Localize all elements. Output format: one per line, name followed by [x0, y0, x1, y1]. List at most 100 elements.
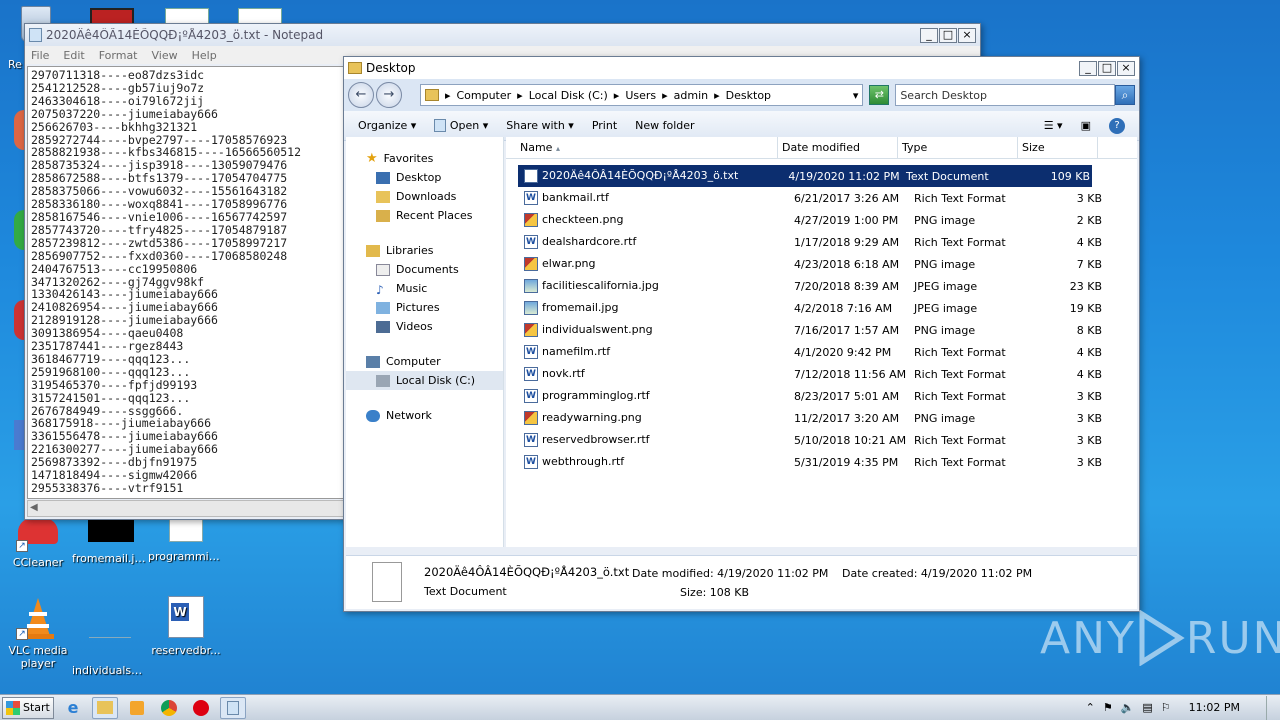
- png-file-icon: [524, 213, 538, 227]
- videos-icon: [376, 320, 390, 333]
- scroll-left-arrow[interactable]: ◀: [30, 502, 38, 513]
- breadcrumb-local-disk[interactable]: Local Disk (C:): [529, 89, 608, 102]
- nav-desktop[interactable]: Desktop: [346, 168, 503, 187]
- file-type: PNG image: [914, 213, 976, 227]
- file-row[interactable]: fromemail.jpg 4/2/2018 7:16 AM JPEG image 1…: [518, 297, 1137, 319]
- file-row[interactable]: 2020Äê4ÔÂ14ÈÕQQÐ¡ºÅ4203_ö.txt 4/19/2020 1…: [518, 165, 1092, 187]
- rtf-file-icon: W: [524, 433, 538, 447]
- print-button[interactable]: Print: [592, 119, 617, 132]
- refresh-button[interactable]: ⇄: [869, 85, 890, 105]
- show-hidden-icons[interactable]: ⌃: [1086, 701, 1095, 714]
- minimize-button[interactable]: _: [1079, 60, 1097, 76]
- forward-button[interactable]: →: [375, 82, 402, 108]
- menu-format[interactable]: Format: [99, 49, 138, 62]
- open-button[interactable]: Open ▾: [434, 119, 488, 133]
- notepad-taskbar-icon[interactable]: [220, 696, 246, 719]
- nav-libraries[interactable]: Libraries: [346, 241, 503, 260]
- column-date-modified[interactable]: Date modified: [778, 137, 898, 158]
- details-file-name: 2020Äê4ÔÂ14ÈÕQQÐ¡ºÅ4203_ö.txt: [424, 565, 630, 579]
- vlc-desktop-icon[interactable]: ↗ VLC media player: [0, 596, 76, 670]
- breadcrumb-desktop[interactable]: Desktop: [726, 89, 771, 102]
- preview-pane-icon[interactable]: ▣: [1081, 119, 1091, 132]
- share-with-button[interactable]: Share with ▾: [506, 119, 574, 132]
- organize-button[interactable]: Organize ▾: [358, 119, 416, 132]
- search-icon[interactable]: ⌕: [1115, 85, 1135, 105]
- column-type[interactable]: Type: [898, 137, 1018, 158]
- file-name: webthrough.rtf: [542, 455, 625, 468]
- file-row[interactable]: readywarning.png 11/2/2017 3:20 AM PNG ima…: [518, 407, 1137, 429]
- minimize-button[interactable]: _: [920, 27, 938, 43]
- file-row[interactable]: Wdealshardcore.rtf 1/17/2018 9:29 AM Rich …: [518, 231, 1137, 253]
- antivirus-icon[interactable]: [188, 697, 214, 719]
- media-player-icon[interactable]: [124, 697, 150, 719]
- clock[interactable]: 11:02 PM: [1189, 701, 1240, 714]
- file-row[interactable]: Wprogramminglog.rtf 8/23/2017 5:01 AM Rich…: [518, 385, 1137, 407]
- close-button[interactable]: ×: [958, 27, 976, 43]
- column-size[interactable]: Size: [1018, 137, 1098, 158]
- file-date: 4/19/2020 11:02 PM: [788, 169, 900, 183]
- menu-edit[interactable]: Edit: [63, 49, 84, 62]
- nav-downloads[interactable]: Downloads: [346, 187, 503, 206]
- file-row[interactable]: Wnovk.rtf 7/12/2018 11:56 AM Rich Text For…: [518, 363, 1137, 385]
- file-row[interactable]: checkteen.png 4/27/2019 1:00 PM PNG image 2…: [518, 209, 1137, 231]
- rtf-file-icon: W: [524, 235, 538, 249]
- breadcrumb-admin[interactable]: admin: [674, 89, 708, 102]
- file-row[interactable]: Wwebthrough.rtf 5/31/2019 4:35 PM Rich Tex…: [518, 451, 1137, 473]
- file-size: 23 KB: [1069, 279, 1102, 293]
- view-options-icon[interactable]: ☰ ▾: [1044, 119, 1063, 132]
- file-type: Rich Text Format: [914, 455, 1006, 469]
- start-button[interactable]: Start: [2, 696, 54, 719]
- nav-network[interactable]: Network: [346, 406, 503, 425]
- nav-documents[interactable]: Documents: [346, 260, 503, 279]
- search-input[interactable]: Search Desktop: [895, 84, 1116, 106]
- nav-local-disk[interactable]: Local Disk (C:): [346, 371, 503, 390]
- file-date: 1/17/2018 9:29 AM: [794, 235, 900, 249]
- file-row[interactable]: Wnamefilm.rtf 4/1/2020 9:42 PM Rich Text F…: [518, 341, 1137, 363]
- back-button[interactable]: ←: [348, 82, 374, 108]
- file-date: 6/21/2017 3:26 AM: [794, 191, 900, 205]
- breadcrumb-users[interactable]: Users: [625, 89, 656, 102]
- volume-icon[interactable]: 🔈: [1121, 701, 1135, 714]
- new-folder-button[interactable]: New folder: [635, 119, 694, 132]
- menu-view[interactable]: View: [152, 49, 178, 62]
- text-document-icon: [372, 562, 402, 602]
- file-row[interactable]: elwar.png 4/23/2018 6:18 AM PNG image 7 KB: [518, 253, 1137, 275]
- flag-icon[interactable]: ⚐: [1161, 701, 1171, 714]
- explorer-titlebar[interactable]: Desktop _ □ ×: [344, 57, 1139, 79]
- nav-recent-places[interactable]: Recent Places: [346, 206, 503, 225]
- maximize-button[interactable]: □: [939, 27, 957, 43]
- address-bar[interactable]: ▸ Computer ▸ Local Disk (C:) ▸ Users ▸ a…: [419, 84, 864, 106]
- sort-ascending-icon: ▴: [555, 144, 560, 153]
- explorer-taskbar-icon[interactable]: [92, 696, 118, 719]
- nav-pictures[interactable]: Pictures: [346, 298, 503, 317]
- breadcrumb-computer[interactable]: Computer: [456, 89, 511, 102]
- nav-videos[interactable]: Videos: [346, 317, 503, 336]
- nav-computer[interactable]: Computer: [346, 352, 503, 371]
- notepad-titlebar[interactable]: 2020Äê4ÔÂ14ÈÕQQÐ¡ºÅ4203_ö.txt - Notepad …: [25, 24, 980, 46]
- chevron-down-icon[interactable]: ▾: [853, 89, 859, 102]
- nav-favorites[interactable]: ★ Favorites: [346, 149, 503, 168]
- menu-file[interactable]: File: [31, 49, 49, 62]
- menu-help[interactable]: Help: [192, 49, 217, 62]
- reservedbrowser-desktop-icon[interactable]: W reservedbr...: [148, 596, 224, 657]
- explorer-window[interactable]: Desktop _ □ × ← → ▸ Computer ▸ Local Dis…: [343, 56, 1140, 612]
- maximize-button[interactable]: □: [1098, 60, 1116, 76]
- file-row[interactable]: Wreservedbrowser.rtf 5/10/2018 10:21 AM Ri…: [518, 429, 1137, 451]
- show-desktop-button[interactable]: [1266, 695, 1274, 720]
- chrome-icon[interactable]: [156, 697, 182, 719]
- file-type: JPEG image: [914, 301, 978, 315]
- internet-explorer-icon[interactable]: e: [60, 697, 86, 719]
- file-row[interactable]: individualswent.png 7/16/2017 1:57 AM PNG …: [518, 319, 1137, 341]
- close-button[interactable]: ×: [1117, 60, 1135, 76]
- png-file-icon: [524, 411, 538, 425]
- help-icon[interactable]: ?: [1109, 117, 1125, 134]
- individualswent-desktop-icon[interactable]: individualsw...: [72, 596, 148, 677]
- file-row[interactable]: Wbankmail.rtf 6/21/2017 3:26 AM Rich Text …: [518, 187, 1137, 209]
- ccleaner-desktop-icon[interactable]: ↗ CCleaner: [0, 512, 76, 569]
- action-center-icon[interactable]: ⚑: [1103, 701, 1113, 714]
- file-row[interactable]: facilitiescalifornia.jpg 7/20/2018 8:39 A…: [518, 275, 1137, 297]
- network-tray-icon[interactable]: ▤: [1142, 701, 1152, 714]
- nav-music[interactable]: ♪ Music: [346, 279, 503, 298]
- file-size: 4 KB: [1076, 345, 1102, 359]
- column-name[interactable]: Name ▴: [506, 137, 778, 158]
